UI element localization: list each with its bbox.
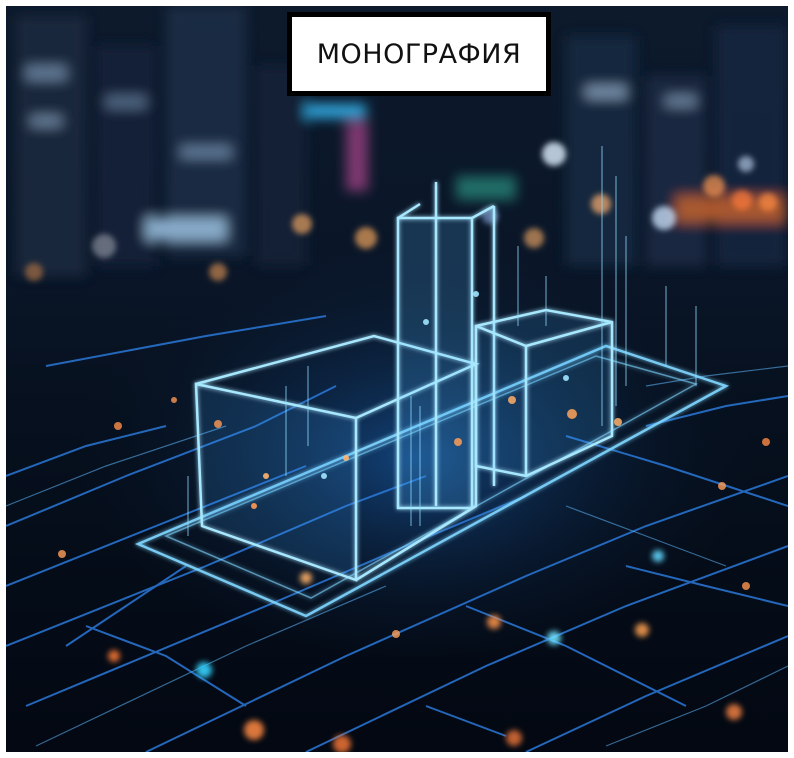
title-banner: МОНОГРАФИЯ [287, 12, 551, 96]
book-title: МОНОГРАФИЯ [316, 38, 522, 70]
holographic-city-illustration [6, 6, 788, 752]
image-frame: МОНОГРАФИЯ [6, 6, 788, 752]
